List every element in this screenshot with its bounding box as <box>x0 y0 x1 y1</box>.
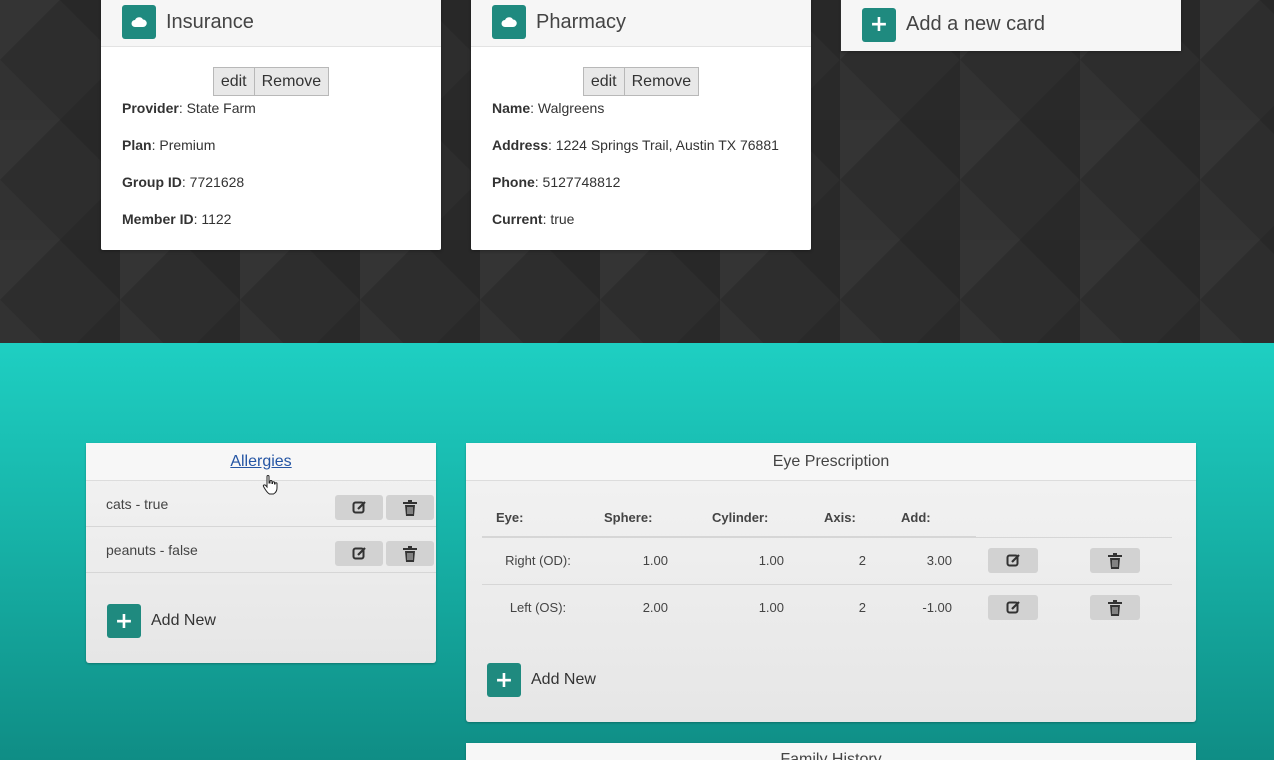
plus-icon: + <box>487 663 521 697</box>
edit-button[interactable] <box>988 595 1038 621</box>
column-header-actions <box>1078 499 1172 538</box>
edit-icon <box>1006 601 1020 614</box>
table-header-row: Eye: Sphere: Cylinder: Axis: Add: <box>482 499 1172 538</box>
eye-prescription-table: Eye: Sphere: Cylinder: Axis: Add: Right … <box>482 499 1172 631</box>
pharmacy-card-header: Pharmacy <box>471 0 811 47</box>
edit-icon <box>352 501 366 514</box>
cell-edit <box>976 584 1078 631</box>
insurance-card-header: Insurance <box>101 0 441 47</box>
pharmacy-field-current: Current: true <box>492 211 575 227</box>
pharmacy-card-actions: edit Remove <box>471 67 811 96</box>
column-header: Add: <box>884 499 976 538</box>
add-card-button[interactable]: + Add a new card <box>841 0 1181 51</box>
cloud-icon <box>492 5 526 39</box>
delete-button[interactable] <box>386 495 434 520</box>
plus-icon: + <box>107 604 141 638</box>
insurance-fields: Provider: State Farm Plan: Premium Group… <box>101 98 441 246</box>
insurance-field-provider: Provider: State Farm <box>122 100 256 116</box>
cell-axis: 2 <box>808 537 884 585</box>
delete-button[interactable] <box>386 541 434 566</box>
pharmacy-remove-button[interactable]: Remove <box>624 67 700 96</box>
cell-add: 3.00 <box>884 537 976 585</box>
table-row: Right (OD): 1.00 1.00 2 3.00 <box>482 537 1172 585</box>
add-allergy-label: Add New <box>151 612 216 629</box>
pharmacy-card-title: Pharmacy <box>536 10 627 33</box>
pharmacy-field-name: Name: Walgreens <box>492 100 605 116</box>
add-prescription-label: Add New <box>531 671 596 688</box>
cloud-icon <box>122 5 156 39</box>
medical-section: Allergies cats - true peanuts - false + … <box>0 343 1274 760</box>
delete-button[interactable] <box>1090 548 1140 573</box>
edit-button[interactable] <box>335 495 383 520</box>
list-item: peanuts - false <box>86 527 436 573</box>
pharmacy-card: Pharmacy edit Remove Name: Walgreens Add… <box>471 0 811 250</box>
cell-cylinder: 1.00 <box>758 600 784 616</box>
allergy-text: peanuts - false <box>106 541 198 558</box>
edit-icon <box>352 547 366 560</box>
cell-cylinder: 1.00 <box>696 537 808 585</box>
trash-icon <box>403 499 417 516</box>
eye-prescription-panel: Eye Prescription Eye: Sphere: Cylinder: … <box>466 443 1196 722</box>
list-item: cats - true <box>86 481 436 527</box>
cell-sphere: 1.00 <box>594 537 696 585</box>
add-prescription-button[interactable]: + Add New <box>487 663 596 697</box>
cards-section: Insurance edit Remove Provider: State Fa… <box>0 0 1274 343</box>
allergies-header: Allergies <box>86 443 436 481</box>
family-history-header: Family History <box>466 743 1196 760</box>
cell-eye: Left (OS): <box>509 600 567 616</box>
insurance-card: Insurance edit Remove Provider: State Fa… <box>101 0 441 250</box>
eye-prescription-title: Eye Prescription <box>772 452 890 470</box>
insurance-field-group-id: Group ID: 7721628 <box>122 174 245 190</box>
edit-button[interactable] <box>335 541 383 566</box>
cell-delete <box>1078 584 1172 631</box>
column-header: Eye: <box>482 499 594 538</box>
trash-icon <box>1108 552 1122 569</box>
add-card-header: + Add a new card <box>841 0 1181 51</box>
cell-sphere: 2.00 <box>642 600 668 616</box>
cell-eye: Right (OD): <box>482 537 594 585</box>
table-row: Left (OS): 2.00 1.00 2 -1.00 <box>482 584 1172 631</box>
pharmacy-fields: Name: Walgreens Address: 1224 Springs Tr… <box>471 98 811 246</box>
cell-delete <box>1078 537 1172 585</box>
allergies-panel: Allergies cats - true peanuts - false + … <box>86 443 436 663</box>
insurance-edit-button[interactable]: edit <box>212 67 255 96</box>
cell-axis: 2 <box>858 600 866 616</box>
hand-cursor-icon <box>262 475 278 495</box>
allergy-text: cats - true <box>106 495 169 512</box>
insurance-remove-button[interactable]: Remove <box>254 67 330 96</box>
insurance-field-plan: Plan: Premium <box>122 137 216 153</box>
plus-icon: + <box>862 7 896 42</box>
delete-button[interactable] <box>1090 595 1140 621</box>
allergies-title-link[interactable]: Allergies <box>230 453 291 471</box>
trash-icon <box>1108 599 1122 616</box>
insurance-card-title: Insurance <box>166 10 254 33</box>
column-header-actions <box>976 499 1078 538</box>
edit-icon <box>1006 554 1020 567</box>
family-history-panel: Family History <box>466 743 1196 760</box>
trash-icon <box>403 545 417 562</box>
edit-button[interactable] <box>988 548 1038 573</box>
eye-prescription-header: Eye Prescription <box>466 443 1196 481</box>
pharmacy-field-address: Address: 1224 Springs Trail, Austin TX 7… <box>492 137 779 153</box>
family-history-title: Family History <box>780 751 882 760</box>
add-card-label: Add a new card <box>906 13 1045 35</box>
pharmacy-edit-button[interactable]: edit <box>582 67 625 96</box>
column-header: Cylinder: <box>696 499 808 538</box>
cell-add: -1.00 <box>922 600 952 616</box>
insurance-field-member-id: Member ID: 1122 <box>122 211 232 227</box>
cell-edit <box>976 537 1078 585</box>
column-header: Axis: <box>808 499 884 538</box>
add-allergy-button[interactable]: + Add New <box>107 604 216 638</box>
insurance-card-actions: edit Remove <box>101 67 441 96</box>
pharmacy-field-phone: Phone: 5127748812 <box>492 174 621 190</box>
column-header: Sphere: <box>594 499 696 538</box>
